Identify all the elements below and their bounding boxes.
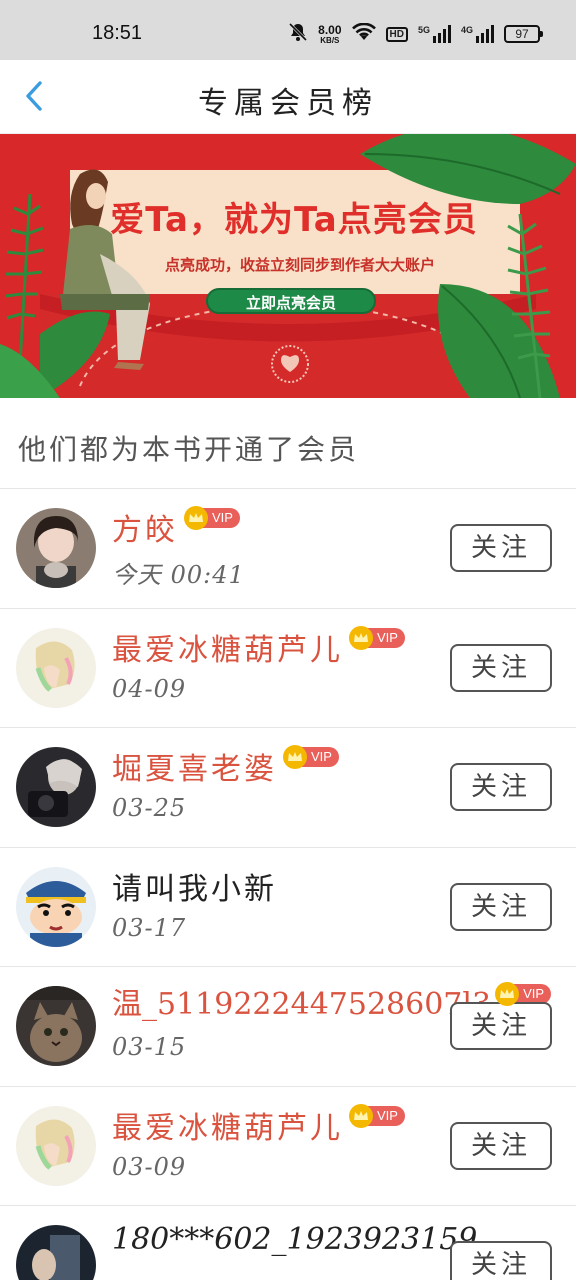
banner-headline: 爱Ta，就为Ta点亮会员 — [110, 200, 478, 240]
vip-badge: VIP — [184, 506, 240, 530]
sim1-label: 5G — [417, 25, 430, 35]
follow-button[interactable]: 关注 — [450, 763, 552, 811]
name-line: 方皎 VIP — [112, 505, 240, 549]
follow-button[interactable]: 关注 — [450, 882, 552, 931]
name-line: 请叫我小新 — [112, 864, 277, 908]
list-item[interactable]: 180***602_1923923159 关注 — [0, 1206, 576, 1280]
top-nav-bar: 专属会员榜 — [0, 60, 576, 134]
follow-button[interactable]: 关注 — [450, 1002, 552, 1050]
crown-icon — [495, 982, 520, 1006]
vip-badge: VIP — [283, 745, 339, 769]
avatar[interactable] — [16, 986, 96, 1066]
net-speed: 8.00 KB/S — [318, 24, 341, 45]
avatar[interactable] — [16, 747, 96, 827]
page-title: 专属会员榜 — [198, 86, 378, 121]
follow-button[interactable]: 关注 — [450, 524, 552, 572]
net-speed-value: 8.00 — [318, 22, 342, 37]
member-date: 03-09 — [112, 1152, 187, 1181]
list-item[interactable]: 请叫我小新 03-17 关注 — [0, 848, 576, 967]
member-name[interactable]: 最爱冰糖葫芦儿 — [112, 1103, 343, 1147]
signal-4g-icon: 4G — [461, 25, 494, 43]
avatar[interactable] — [16, 1105, 96, 1186]
member-name[interactable]: 堀夏喜老婆 — [112, 744, 277, 788]
member-name[interactable]: 方皎 — [112, 505, 178, 549]
crown-icon — [349, 1103, 373, 1128]
crown-icon — [349, 625, 373, 650]
list-item[interactable]: 最爱冰糖葫芦儿 VIP 04-09 关注 — [0, 609, 576, 728]
name-line: 堀夏喜老婆 VIP — [112, 744, 339, 788]
crown-icon — [283, 745, 307, 769]
sim2-label: 4G — [460, 25, 473, 35]
avatar[interactable] — [16, 508, 96, 588]
promo-banner[interactable]: 爱Ta，就为Ta点亮会员 点亮成功，收益立刻同步到作者大大账户 立即点亮会员 — [0, 134, 576, 398]
member-date: 03-17 — [112, 913, 187, 942]
wifi-icon — [351, 22, 376, 45]
net-speed-unit: KB/S — [320, 35, 340, 45]
member-name[interactable]: 最爱冰糖葫芦儿 — [112, 625, 343, 669]
follow-button[interactable]: 关注 — [450, 1121, 552, 1170]
hd-icon: HD — [385, 26, 408, 42]
follow-button[interactable]: 关注 — [450, 643, 552, 692]
member-list: 方皎 VIP 今天 00:41 关注 最爱冰糖葫芦儿 VIP 04-09 关注 — [0, 489, 576, 1280]
battery-icon: 97 — [504, 25, 543, 43]
avatar[interactable] — [16, 627, 96, 708]
section-title: 他们都为本书开通了会员 — [18, 433, 360, 466]
name-line: 180***602_1923923159 — [112, 1222, 477, 1257]
member-name[interactable]: 请叫我小新 — [112, 864, 277, 908]
name-line: 最爱冰糖葫芦儿 VIP — [112, 625, 405, 669]
list-item[interactable]: 方皎 VIP 今天 00:41 关注 — [0, 489, 576, 609]
member-date: 今天 00:41 — [112, 561, 245, 589]
vip-badge: VIP — [349, 1103, 405, 1128]
avatar[interactable] — [16, 866, 96, 947]
vip-badge: VIP — [349, 625, 405, 650]
banner-subline: 点亮成功，收益立刻同步到作者大大账户 — [164, 256, 435, 274]
follow-button[interactable]: 关注 — [450, 1241, 552, 1280]
member-date: 03-15 — [112, 1033, 187, 1061]
status-bar: 18:51 8.00 KB/S HD 5G 4G 97 — [0, 0, 576, 60]
mute-bell-icon — [288, 22, 308, 46]
member-date: 04-09 — [112, 674, 187, 703]
light-up-vip-button[interactable]: 立即点亮会员 — [206, 288, 376, 314]
list-item[interactable]: 堀夏喜老婆 VIP 03-25 关注 — [0, 728, 576, 848]
signal-5g-icon: 5G — [418, 25, 451, 43]
member-name[interactable]: 温_5119222447528607l3 — [112, 979, 491, 1023]
name-line: 最爱冰糖葫芦儿 VIP — [112, 1103, 405, 1147]
list-item[interactable]: 温_5119222447528607l3 VIP 03-15 关注 — [0, 967, 576, 1087]
list-item[interactable]: 最爱冰糖葫芦儿 VIP 03-09 关注 — [0, 1087, 576, 1206]
avatar[interactable] — [16, 1225, 96, 1280]
crown-icon — [184, 506, 208, 530]
member-date: 03-25 — [112, 794, 187, 822]
member-name[interactable]: 180***602_1923923159 — [112, 1222, 477, 1257]
status-time: 18:51 — [92, 22, 143, 44]
status-icons: 8.00 KB/S HD 5G 4G 97 — [288, 22, 543, 46]
